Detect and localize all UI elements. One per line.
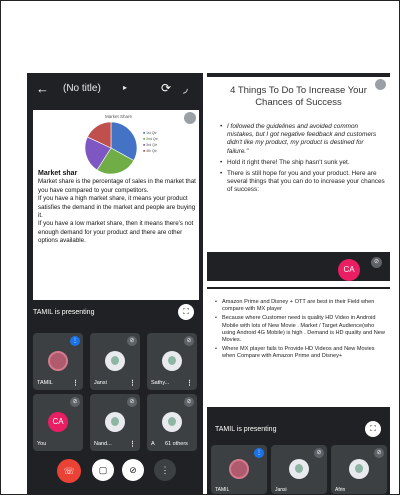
bullet: Amazon Prime and Disney + OTT are best i… [215,299,385,313]
shared-slide: Amazon Prime and Disney + OTT are best i… [207,289,390,407]
participant-tile[interactable]: ⊘ Nand... ⋮ [90,394,140,451]
avatar [162,412,182,432]
participant-tile[interactable]: ⊘ CA You [33,394,83,451]
mic-off-icon: ⊘ [374,448,384,458]
presenter-mic-icon [184,112,196,124]
more-options-icon[interactable]: ⋮ [186,379,193,387]
chart-title: Market Share [105,114,133,119]
avatar [229,459,249,479]
avatar [105,412,125,432]
bullet: Hold it right there! The ship hasn't sun… [220,159,385,167]
bullet: Because where Customer need is quality H… [215,315,385,344]
participant-tile[interactable]: ⊘ Afrin [331,445,387,494]
presenting-label: TAMIL is presenting [215,426,277,433]
participant-tile[interactable]: ⊘ Jansi [271,445,327,494]
self-avatar[interactable]: CA [338,259,360,281]
mic-off-icon: ⊘ [127,336,137,346]
shared-slide: Market Share ■ 1st Qtr ■ 2nd Qtr ■ 3rd Qtr… [33,110,199,300]
more-options-button[interactable]: ⋮ [154,459,176,481]
slide-heading: Market shar [38,170,78,177]
mic-off-icon: ⊘ [314,448,324,458]
avatar: CA [48,412,68,432]
meeting-title[interactable]: (No title) [63,83,101,94]
mic-off-button[interactable]: ⊘ [122,459,144,481]
participant-name: TAMIL [37,380,53,386]
meet-window-right-bottom: Amazon Prime and Disney + OTT are best i… [207,287,390,494]
avatar [289,459,309,479]
back-arrow-icon[interactable]: ← [36,82,49,96]
pie-chart [84,121,138,175]
call-controls: ☏ ▢ ⊘ ⋮ [27,456,203,494]
meet-window-left: ← (No title) ▸ ⟳ ◞ Market Share ■ 1st Qt… [27,73,203,494]
mic-off-icon: ⊘ [127,397,137,407]
slide-bullets: I followed the guidelines and avoided co… [220,123,385,198]
slide-text: Market shar Market share is the percenta… [38,170,196,246]
participant-name: A [151,441,155,447]
chart-legend: ■ 1st Qtr ■ 2nd Qtr ■ 3rd Qtr ■ 4th Qtr [143,130,158,154]
end-call-button[interactable]: ☏ [57,459,81,483]
avatar [162,351,182,371]
participant-tile[interactable]: ⋮ TAMIL [211,445,267,494]
more-options-icon[interactable]: ⋮ [129,440,136,448]
legend-entry: ■ 4th Qtr [143,149,157,153]
speaking-icon: ⋮ [70,336,80,346]
participant-tile[interactable]: ⋮ TAMIL ⋮ [33,333,83,390]
participant-name: Sathy... [151,380,170,386]
mic-off-icon: ⊘ [371,257,382,268]
participant-tile[interactable]: ⊘ Jansi ⋮ [90,333,140,390]
switch-camera-icon[interactable]: ⟳ [161,81,171,95]
camera-off-button[interactable]: ▢ [92,459,114,481]
mic-off-icon: ⊘ [184,336,194,346]
top-bar: ← (No title) ▸ ⟳ ◞ [27,73,203,105]
shared-slide: 4 Things To Do To Increase Your Chances … [207,77,390,252]
slide-bullets: Amazon Prime and Disney + OTT are best i… [215,299,385,363]
bullet: Where MX player fails to Provide HD Vide… [215,346,385,360]
speaking-icon: ⋮ [254,448,264,458]
participant-name: Jansi [275,487,287,493]
bullet: I followed the guidelines and avoided co… [220,123,385,156]
avatar [105,351,125,371]
more-options-icon[interactable]: ⋮ [129,379,136,387]
mic-off-icon: ⊘ [184,397,194,407]
avatar [349,459,369,479]
participant-name: You [37,441,47,447]
participant-name: Jansi [94,380,107,386]
avatar [48,351,68,371]
participant-name: TAMIL [215,487,230,493]
slide-body: Market share is the percentage of sales … [38,178,196,245]
participant-tile-others[interactable]: ⊘ A 61 others [147,394,197,451]
meet-window-right-top: 4 Things To Do To Increase Your Chances … [207,73,390,281]
mic-off-icon: ⊘ [70,397,80,407]
bullet: There is still hope for you and your pro… [220,170,385,195]
participant-name: Nand... [94,441,112,447]
slide-title: 4 Things To Do To Increase Your Chances … [230,85,367,108]
presenting-bar: TAMIL is presenting ⛶ [27,298,203,328]
headphones-icon[interactable]: ◞ [183,81,188,95]
participant-name: Afrin [335,487,346,493]
presenting-label: TAMIL is presenting [33,309,95,316]
fullscreen-icon[interactable]: ⛶ [365,421,381,437]
others-count: 61 others [165,441,188,447]
participant-tile[interactable]: ⊘ Sathy... ⋮ [147,333,197,390]
chevron-right-icon[interactable]: ▸ [123,83,127,92]
more-options-icon[interactable]: ⋮ [72,379,79,387]
fullscreen-icon[interactable]: ⛶ [178,304,194,320]
